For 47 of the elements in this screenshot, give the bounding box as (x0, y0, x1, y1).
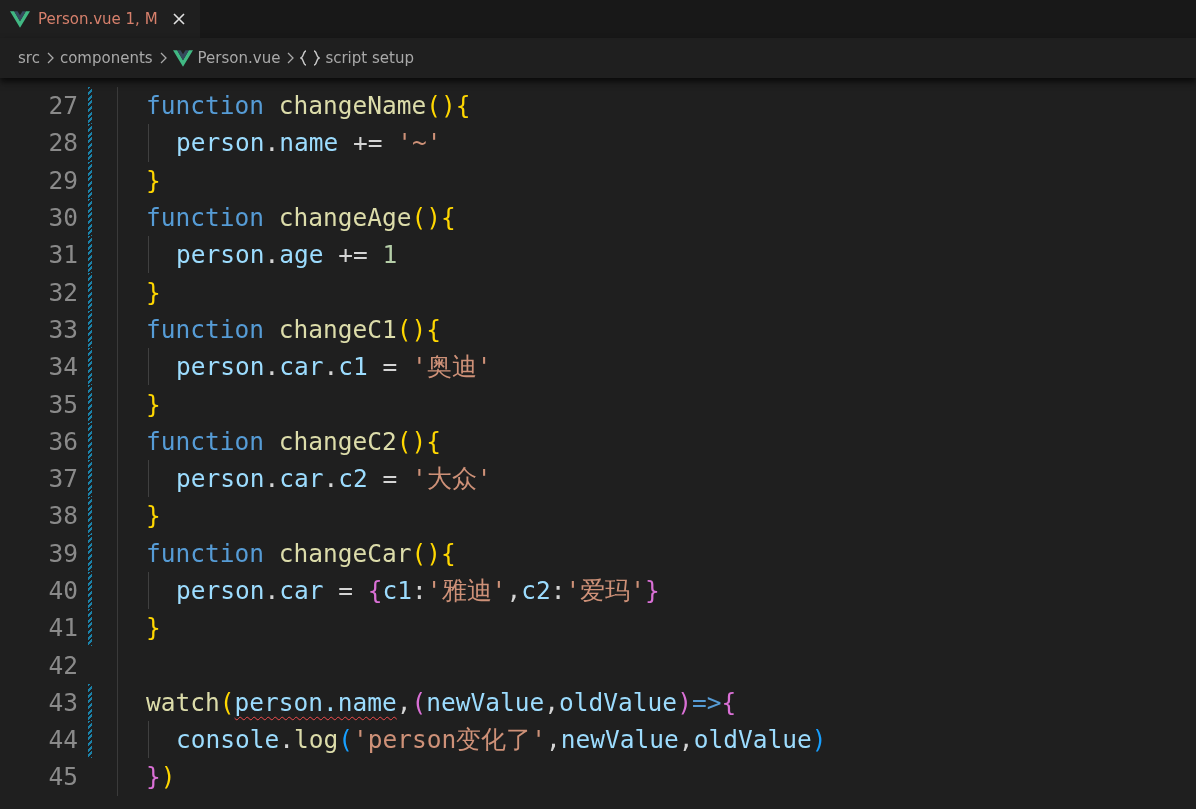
line-number: 35 (47, 389, 78, 419)
braces-icon (300, 50, 321, 66)
code-line: person.car.c1 = '奥迪' (175, 351, 492, 384)
code-line: } (146, 501, 161, 531)
code-line: console.log('person变化了',newValue,oldValue) (175, 724, 827, 757)
code-line: function changeName(){ (146, 91, 471, 121)
line-number: 28 (47, 128, 78, 158)
breadcrumb-item[interactable]: src (18, 49, 40, 67)
line-number: 43 (47, 687, 78, 717)
line-number: 36 (47, 426, 78, 456)
line-number: 41 (47, 613, 78, 643)
code-line: function changeCar(){ (146, 538, 456, 568)
line-number: 30 (47, 203, 78, 233)
line-number: 45 (47, 762, 78, 792)
code-line: person.name += '~' (175, 128, 442, 158)
line-number: 39 (47, 538, 78, 568)
code-line: function changeAge(){ (146, 203, 456, 233)
close-icon[interactable] (171, 12, 186, 26)
editor-tab[interactable]: Person.vue 1, M (0, 0, 200, 38)
code-line: person.age += 1 (175, 240, 398, 270)
line-number: 40 (47, 576, 78, 605)
code-line: } (146, 389, 161, 419)
code-line: } (146, 613, 161, 643)
code-line: }) (146, 762, 176, 792)
code-line: watch(person.name,(newValue,oldValue)=>{ (146, 687, 737, 717)
code-line: } (146, 165, 161, 195)
line-number: 31 (47, 240, 78, 270)
vue-file-icon (10, 10, 30, 28)
line-number: 37 (47, 464, 78, 494)
breadcrumb-item[interactable]: Person.vue (197, 49, 281, 67)
code-line: person.car = {c1:'雅迪',c2:'爱玛'} (175, 575, 660, 607)
chevron-icon (285, 52, 296, 64)
line-number: 27 (47, 91, 78, 121)
code-line: function changeC1(){ (146, 314, 442, 344)
code-line: person.car.c2 = '大众' (175, 463, 492, 496)
vue-file-icon (172, 49, 193, 67)
code-line: function changeC2(){ (146, 426, 442, 456)
line-number: 33 (47, 314, 78, 344)
breadcrumb-item[interactable]: components (59, 49, 153, 67)
line-number: 34 (47, 352, 78, 382)
line-number: 29 (47, 165, 78, 195)
line-number: 42 (47, 650, 78, 680)
breadcrumb-item[interactable]: script setup (325, 49, 414, 67)
line-number: 44 (47, 725, 78, 755)
code-line: } (146, 277, 161, 307)
line-number: 38 (47, 501, 78, 531)
line-number: 32 (47, 277, 78, 307)
